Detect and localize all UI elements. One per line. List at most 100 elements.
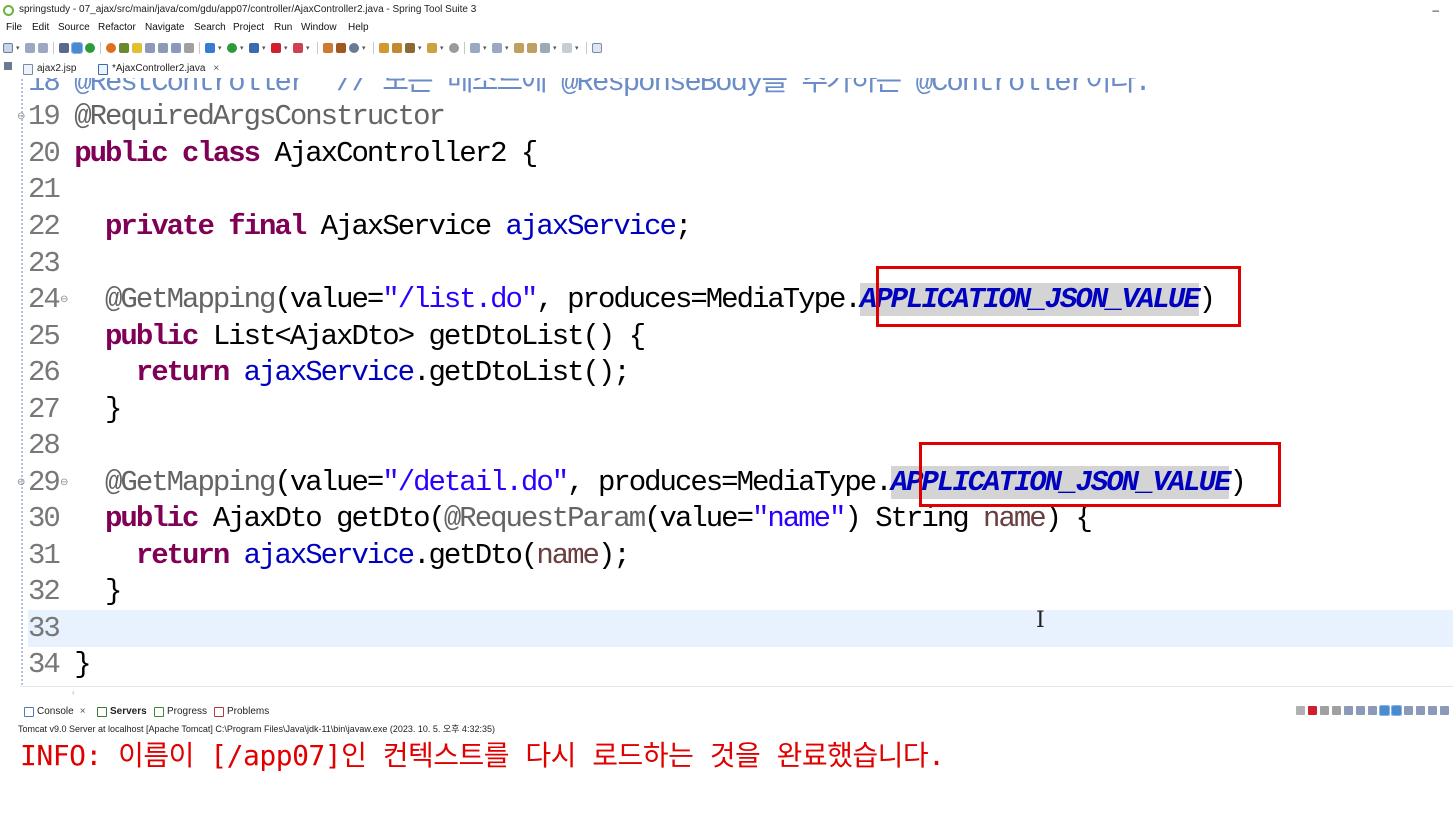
editor-horizontal-scrollbar[interactable]: ‹ <box>20 686 1453 700</box>
dropdown-arrow-icon[interactable]: ▾ <box>306 44 312 52</box>
open-task-icon[interactable] <box>392 42 402 53</box>
external-tools-icon[interactable] <box>249 42 259 53</box>
refresh-icon[interactable] <box>106 42 116 53</box>
toggle-mark-icon[interactable] <box>71 41 83 54</box>
code-text: AjaxDto getDto( <box>197 502 446 535</box>
tab-label: Progress <box>167 706 208 717</box>
menu-navigate[interactable]: Navigate <box>145 20 184 36</box>
pin-editor-icon[interactable] <box>592 42 602 53</box>
relaunch-icon[interactable] <box>293 42 303 53</box>
web-browser-icon[interactable] <box>349 42 359 53</box>
show-on-stdout-icon[interactable] <box>1379 705 1390 716</box>
show-on-stderr-icon[interactable] <box>1391 705 1402 716</box>
back-icon[interactable] <box>540 42 550 53</box>
pin-console-icon[interactable] <box>1404 706 1413 715</box>
spring-boot-icon[interactable] <box>85 42 95 53</box>
dropdown-arrow-icon[interactable]: ▾ <box>553 44 559 52</box>
dropdown-arrow-icon[interactable]: ▾ <box>16 44 22 52</box>
tab-servers[interactable]: Servers <box>97 703 147 721</box>
menu-run[interactable]: Run <box>274 20 292 36</box>
fold-marker-icon[interactable]: ⊖ <box>60 477 68 488</box>
stop-icon[interactable] <box>271 42 281 53</box>
terminate-icon[interactable] <box>1308 706 1317 715</box>
menu-search[interactable]: Search <box>194 20 226 36</box>
dropdown-arrow-icon[interactable]: ▾ <box>483 44 489 52</box>
word-wrap-icon[interactable] <box>1368 706 1377 715</box>
scroll-lock-icon[interactable] <box>1356 706 1365 715</box>
code-line-27: 27 } <box>28 391 122 428</box>
console-view-icon[interactable] <box>59 42 69 53</box>
pin-icon[interactable] <box>119 42 129 53</box>
close-icon[interactable]: × <box>80 703 86 721</box>
save-all-icon[interactable] <box>38 42 48 53</box>
code-text: , produces=MediaType. <box>567 466 892 499</box>
forward-icon[interactable] <box>562 42 572 53</box>
paragraph-icon[interactable] <box>184 42 194 53</box>
dropdown-arrow-icon[interactable]: ▾ <box>218 44 224 52</box>
code-editor[interactable]: 18 @RestController // 모든 메소드에 @ResponseB… <box>0 78 1453 686</box>
run-icon[interactable] <box>227 42 237 53</box>
package-explorer-icon[interactable] <box>4 62 12 70</box>
code-text: , produces=MediaType. <box>536 283 861 316</box>
save-icon[interactable] <box>25 42 35 53</box>
open-folder-icon[interactable] <box>427 42 437 53</box>
block-selection-icon[interactable] <box>158 42 168 53</box>
code-line-21: 21 <box>28 171 61 208</box>
tab-label: ajax2.jsp <box>37 63 77 74</box>
open-type-icon[interactable] <box>379 42 389 53</box>
menu-refactor[interactable]: Refactor <box>98 20 136 36</box>
remove-launch-icon[interactable] <box>1320 706 1329 715</box>
tab-ajax2-jsp[interactable]: ajax2.jsp <box>23 60 76 78</box>
new-icon[interactable] <box>3 42 13 53</box>
next-annotation-icon[interactable] <box>470 42 480 53</box>
open-console-icon[interactable] <box>1428 706 1437 715</box>
dropdown-arrow-icon[interactable]: ▾ <box>440 44 446 52</box>
tab-problems[interactable]: Problems <box>214 703 269 721</box>
fold-marker-icon[interactable]: ⊖ <box>60 294 68 305</box>
code-text: ); <box>597 539 631 572</box>
dropdown-arrow-icon[interactable]: ▾ <box>418 44 424 52</box>
dropdown-arrow-icon[interactable]: ▾ <box>505 44 511 52</box>
minimize-button[interactable]: – <box>1432 0 1439 20</box>
dropdown-arrow-icon[interactable]: ▾ <box>284 44 290 52</box>
annotation-text: @GetMapping <box>105 466 276 499</box>
tab-ajaxcontroller2-java[interactable]: *AjaxController2.java × <box>98 60 219 78</box>
close-icon[interactable]: × <box>213 60 219 78</box>
new-class-icon[interactable] <box>336 42 346 53</box>
dropdown-arrow-icon[interactable]: ▾ <box>262 44 268 52</box>
minimize-view-icon[interactable] <box>1440 706 1449 715</box>
dropdown-arrow-icon[interactable]: ▾ <box>362 44 368 52</box>
menu-help[interactable]: Help <box>348 20 369 36</box>
search-icon[interactable] <box>405 42 415 53</box>
show-whitespace-icon[interactable] <box>145 42 155 53</box>
fold-marker-icon[interactable]: ⊖ <box>17 477 25 488</box>
menu-file[interactable]: File <box>6 20 22 36</box>
new-package-icon[interactable] <box>323 42 333 53</box>
disconnect-icon[interactable] <box>1296 706 1305 715</box>
dropdown-arrow-icon[interactable]: ▾ <box>575 44 581 52</box>
annotation-icon[interactable] <box>449 42 459 53</box>
tab-console[interactable]: Console × <box>24 703 86 721</box>
display-console-icon[interactable] <box>1416 706 1425 715</box>
previous-annotation-icon[interactable] <box>492 42 502 53</box>
keyword: public <box>105 320 199 353</box>
dropdown-arrow-icon[interactable]: ▾ <box>240 44 246 52</box>
remove-all-icon[interactable] <box>1332 706 1341 715</box>
debug-icon[interactable] <box>205 42 215 53</box>
word-wrap-icon[interactable] <box>171 42 181 53</box>
line-number: 32 <box>28 575 61 608</box>
red-highlight-box <box>919 442 1281 507</box>
code-text: AjaxController2 { <box>259 137 538 170</box>
menu-source[interactable]: Source <box>58 20 90 36</box>
menu-project[interactable]: Project <box>233 20 264 36</box>
menu-edit[interactable]: Edit <box>32 20 49 36</box>
highlight-icon[interactable] <box>132 42 142 53</box>
history-icon[interactable] <box>527 42 537 53</box>
tab-progress[interactable]: Progress <box>154 703 207 721</box>
last-edit-icon[interactable] <box>514 42 524 53</box>
scroll-left-icon[interactable]: ‹ <box>72 688 75 697</box>
fold-marker-icon[interactable]: ⊖ <box>17 111 25 122</box>
code-line-34: 34 } <box>28 646 92 683</box>
menu-window[interactable]: Window <box>301 20 337 36</box>
clear-console-icon[interactable] <box>1344 706 1353 715</box>
